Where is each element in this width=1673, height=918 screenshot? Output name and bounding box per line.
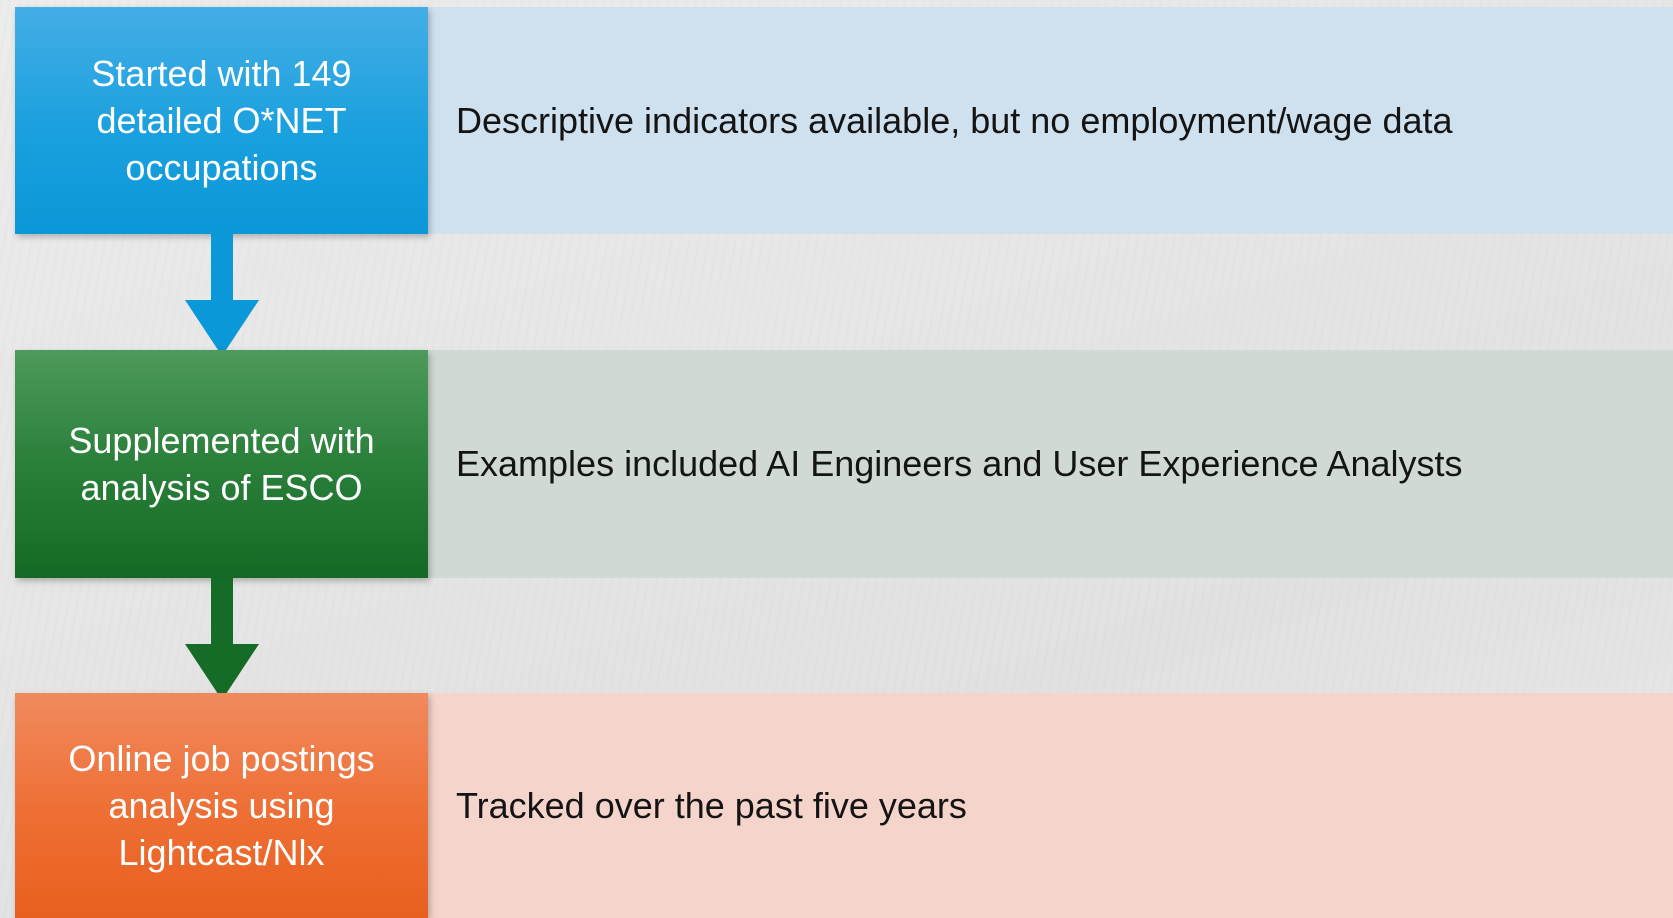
- step-2-detail-text: Examples included AI Engineers and User …: [456, 443, 1463, 484]
- step-1-down-arrow-icon: [185, 234, 259, 356]
- step-3-detail-text: Tracked over the past five years: [456, 784, 967, 826]
- step-1-detail-text: Descriptive indicators available, but no…: [456, 99, 1453, 141]
- step-2-box-text: Supplemented with analysis of ESCO: [68, 420, 375, 508]
- step-3-box: Online job postings analysis using Light…: [15, 693, 428, 918]
- step-2-box: Supplemented with analysis of ESCO: [15, 350, 428, 578]
- step-3-box-text: Online job postings analysis using Light…: [68, 738, 375, 873]
- step-1-detail-band: Descriptive indicators available, but no…: [428, 7, 1673, 234]
- step-2-detail-band: Examples included AI Engineers and User …: [428, 350, 1673, 578]
- step-1-box: Started with 149 detailed O*NET occupati…: [15, 7, 428, 234]
- step-1-box-text: Started with 149 detailed O*NET occupati…: [91, 53, 352, 188]
- step-3-detail-band: Tracked over the past five years: [428, 693, 1673, 918]
- step-2-down-arrow-icon: [185, 578, 259, 700]
